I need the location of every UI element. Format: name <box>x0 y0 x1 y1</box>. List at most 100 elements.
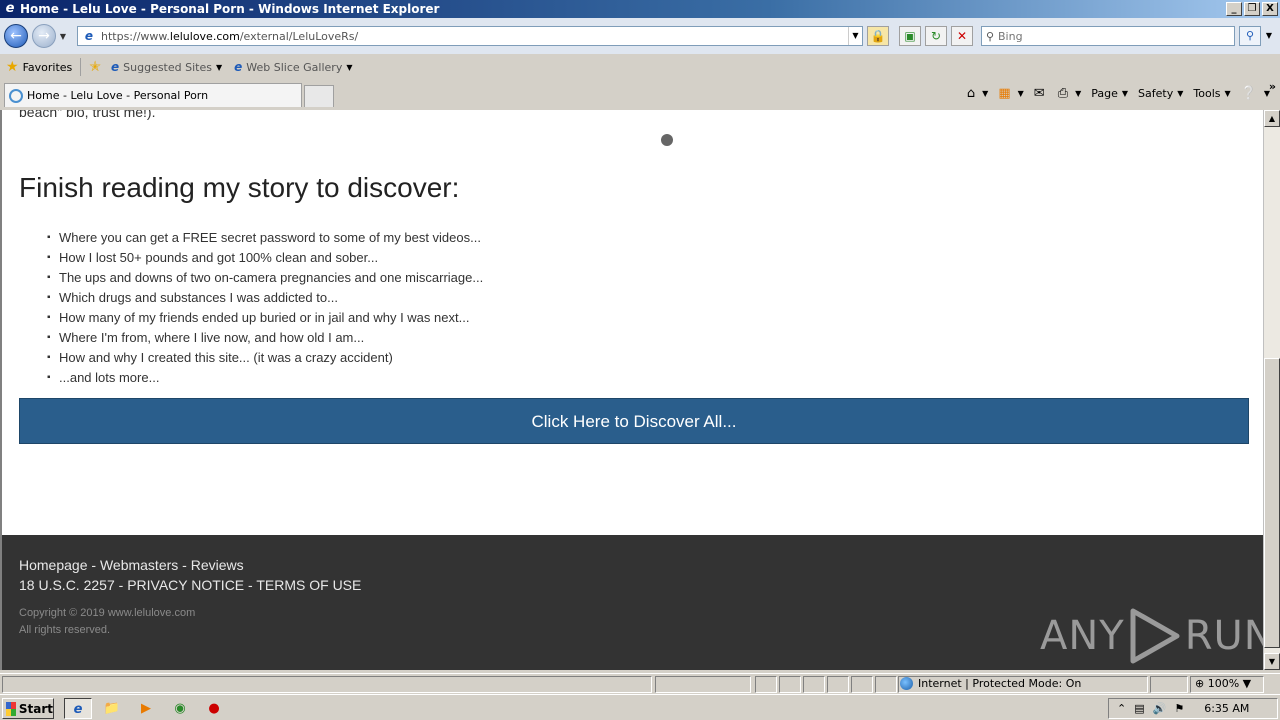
scroll-down-arrow[interactable]: ▼ <box>1264 653 1280 670</box>
network-icon[interactable]: ▤ <box>1134 702 1144 715</box>
chevron-down-icon: ▼ <box>346 62 353 72</box>
security-zone[interactable]: Internet | Protected Mode: On <box>900 677 1081 690</box>
tab-home[interactable]: Home - Lelu Love - Personal Porn <box>4 83 302 107</box>
reviews-link[interactable]: Reviews <box>191 557 244 573</box>
address-bar[interactable]: e https://www.lelulove.com/external/Lelu… <box>77 26 863 46</box>
bio-text-tail: beach" bio, trust me!). <box>19 110 156 120</box>
story-points-list: Where you can get a FREE secret password… <box>47 230 483 390</box>
status-cell <box>779 676 801 693</box>
homepage-link[interactable]: Homepage <box>19 557 88 573</box>
footer-links-legal: 18 U.S.C. 2257 - PRIVACY NOTICE - TERMS … <box>19 577 362 593</box>
taskbar-media-player-icon[interactable]: ▶ <box>132 698 160 719</box>
home-icon: ⌂ <box>966 86 976 101</box>
status-cell <box>827 676 849 693</box>
read-mail-button[interactable]: ✉ <box>1034 86 1048 101</box>
list-item: How and why I created this site... (it w… <box>47 350 483 370</box>
start-button[interactable]: Start <box>2 698 54 719</box>
help-icon: ❔ <box>1240 86 1257 101</box>
favorites-separator <box>80 58 82 76</box>
favorites-button[interactable]: ★ Favorites <box>6 59 72 75</box>
show-hidden-icons[interactable]: ⌃ <box>1117 702 1126 715</box>
search-options-dropdown[interactable]: ▼ <box>1263 26 1275 46</box>
action-center-flag-icon[interactable]: ⚑ <box>1174 702 1184 715</box>
ie-page-icon: e <box>111 60 120 74</box>
window-controls: _ ❐ X <box>1226 2 1278 16</box>
anyrun-watermark: ANY RUN <box>1040 607 1275 665</box>
tools-menu[interactable]: Tools ▼ <box>1193 87 1230 100</box>
windows-flag-icon <box>6 701 16 716</box>
refresh-icon[interactable]: ↻ <box>925 26 947 46</box>
compatibility-view-icon[interactable]: ▣ <box>899 26 921 46</box>
vertical-scrollbar[interactable]: ▲ ▼ <box>1263 110 1280 670</box>
internet-zone-icon <box>900 677 913 690</box>
close-button[interactable]: X <box>1262 2 1278 16</box>
safety-menu[interactable]: Safety ▼ <box>1138 87 1183 100</box>
list-item: How many of my friends ended up buried o… <box>47 310 483 330</box>
copyright-text: Copyright © 2019 www.lelulove.com <box>19 607 196 619</box>
loading-dot <box>661 134 673 146</box>
status-bar: Internet | Protected Mode: On ⊕ 100% ▼ <box>0 673 1280 693</box>
address-dropdown[interactable]: ▼ <box>848 27 862 45</box>
recent-pages-dropdown[interactable]: ▼ <box>58 32 68 41</box>
scroll-up-arrow[interactable]: ▲ <box>1264 110 1280 127</box>
list-item: The ups and downs of two on-camera pregn… <box>47 270 483 290</box>
search-box[interactable]: ⚲ <box>981 26 1235 46</box>
list-item: How I lost 50+ pounds and got 100% clean… <box>47 250 483 270</box>
mail-icon: ✉ <box>1033 86 1045 101</box>
usc-2257-link[interactable]: 18 U.S.C. 2257 <box>19 577 115 593</box>
list-item: Which drugs and substances I was addicte… <box>47 290 483 310</box>
print-button[interactable]: ⎙ ▼ <box>1058 86 1082 101</box>
stop-icon[interactable]: ✕ <box>951 26 973 46</box>
volume-icon[interactable]: 🔊 <box>1153 702 1167 715</box>
rss-icon: ▦ <box>998 86 1011 101</box>
taskbar-folder-icon[interactable]: 📁 <box>98 698 126 719</box>
window-title: Home - Lelu Love - Personal Porn - Windo… <box>20 2 440 16</box>
status-cell <box>755 676 777 693</box>
webmasters-link[interactable]: Webmasters <box>100 557 178 573</box>
lock-icon[interactable]: 🔒 <box>867 26 889 46</box>
rights-text: All rights reserved. <box>19 624 111 636</box>
suggested-sites-link[interactable]: e Suggested Sites ▼ <box>111 60 222 74</box>
taskbar-chrome-icon[interactable]: ◉ <box>166 698 194 719</box>
protected-mode-cell[interactable] <box>1150 676 1188 693</box>
taskbar-ie-icon[interactable]: e <box>64 698 92 719</box>
search-input[interactable] <box>998 29 1234 43</box>
page-icon: e <box>84 29 94 43</box>
search-button[interactable]: ⚲ <box>1239 26 1261 46</box>
story-heading: Finish reading my story to discover: <box>19 172 460 203</box>
home-button[interactable]: ⌂ ▼ <box>967 86 988 101</box>
forward-button[interactable]: → <box>32 24 56 48</box>
privacy-notice-link[interactable]: PRIVACY NOTICE <box>127 577 244 593</box>
taskbar-stop-icon[interactable]: ● <box>200 698 228 719</box>
page-footer: Homepage - Webmasters - Reviews 18 U.S.C… <box>2 535 1274 670</box>
footer-links-primary: Homepage - Webmasters - Reviews <box>19 557 244 573</box>
progress-cell <box>655 676 751 693</box>
discover-all-button[interactable]: Click Here to Discover All... <box>19 398 1249 444</box>
help-menu[interactable]: ❔ ▼ <box>1241 86 1270 101</box>
minimize-button[interactable]: _ <box>1226 2 1242 16</box>
back-button[interactable]: ← <box>4 24 28 48</box>
page-menu[interactable]: Page ▼ <box>1091 87 1128 100</box>
play-icon <box>1130 608 1180 664</box>
web-slice-gallery-link[interactable]: e Web Slice Gallery ▼ <box>234 60 352 74</box>
scroll-thumb[interactable] <box>1264 358 1280 648</box>
zoom-level[interactable]: ⊕ 100% ▼ <box>1195 677 1251 690</box>
status-text-cell <box>2 676 652 693</box>
search-icon: ⚲ <box>985 29 995 43</box>
command-bar: ⌂ ▼ ▦ ▼ ✉ ⎙ ▼ Page ▼ Safety ▼ Tools ▼ ❔ ▼ <box>967 86 1270 101</box>
taskbar: Start e 📁 ▶ ◉ ● ⌃ ▤ 🔊 ⚑ 6:35 AM <box>0 694 1280 720</box>
add-to-favorites-icon[interactable]: ✭ <box>89 59 105 75</box>
new-tab-button[interactable] <box>304 85 334 107</box>
terms-of-use-link[interactable]: TERMS OF USE <box>256 577 361 593</box>
list-item: ...and lots more... <box>47 370 483 390</box>
system-tray: ⌃ ▤ 🔊 ⚑ 6:35 AM <box>1108 698 1278 719</box>
restore-button[interactable]: ❐ <box>1244 2 1260 16</box>
navigation-bar: ← → ▼ e https://www.lelulove.com/externa… <box>0 18 1280 54</box>
more-commands-icon[interactable]: » <box>1269 80 1276 93</box>
title-bar: e Home - Lelu Love - Personal Porn - Win… <box>0 0 1280 18</box>
favorites-bar: ★ Favorites ✭ e Suggested Sites ▼ e Web … <box>0 54 1280 80</box>
page-viewport: beach" bio, trust me!). Finish reading m… <box>0 110 1280 670</box>
clock[interactable]: 6:35 AM <box>1204 702 1249 715</box>
address-url[interactable]: https://www.lelulove.com/external/LeluLo… <box>101 30 848 43</box>
feeds-button[interactable]: ▦ ▼ <box>998 86 1023 101</box>
